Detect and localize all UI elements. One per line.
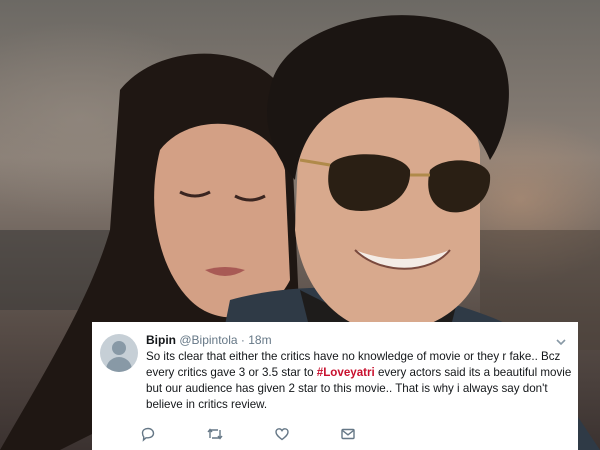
avatar-head [112, 341, 126, 355]
tweet-text: So its clear that either the critics hav… [146, 349, 572, 413]
reply-icon[interactable] [140, 426, 158, 442]
separator-dot: · [240, 333, 245, 347]
tweet-timestamp[interactable]: 18m [248, 333, 271, 347]
hashtag-link[interactable]: #Loveyatri [317, 366, 375, 379]
avatar-body [106, 357, 132, 372]
author-handle[interactable]: @Bipintola [179, 333, 237, 347]
tweet-actions [140, 426, 420, 442]
tweet-header: Bipin @Bipintola · 18m [146, 332, 272, 348]
chevron-down-icon[interactable] [556, 334, 566, 346]
envelope-icon[interactable] [340, 426, 358, 442]
retweet-icon[interactable] [206, 426, 224, 442]
default-avatar-icon[interactable] [100, 334, 138, 372]
author-name[interactable]: Bipin [146, 333, 176, 347]
tweet-card[interactable]: Bipin @Bipintola · 18m So its clear that… [92, 322, 578, 450]
heart-icon[interactable] [274, 426, 292, 442]
